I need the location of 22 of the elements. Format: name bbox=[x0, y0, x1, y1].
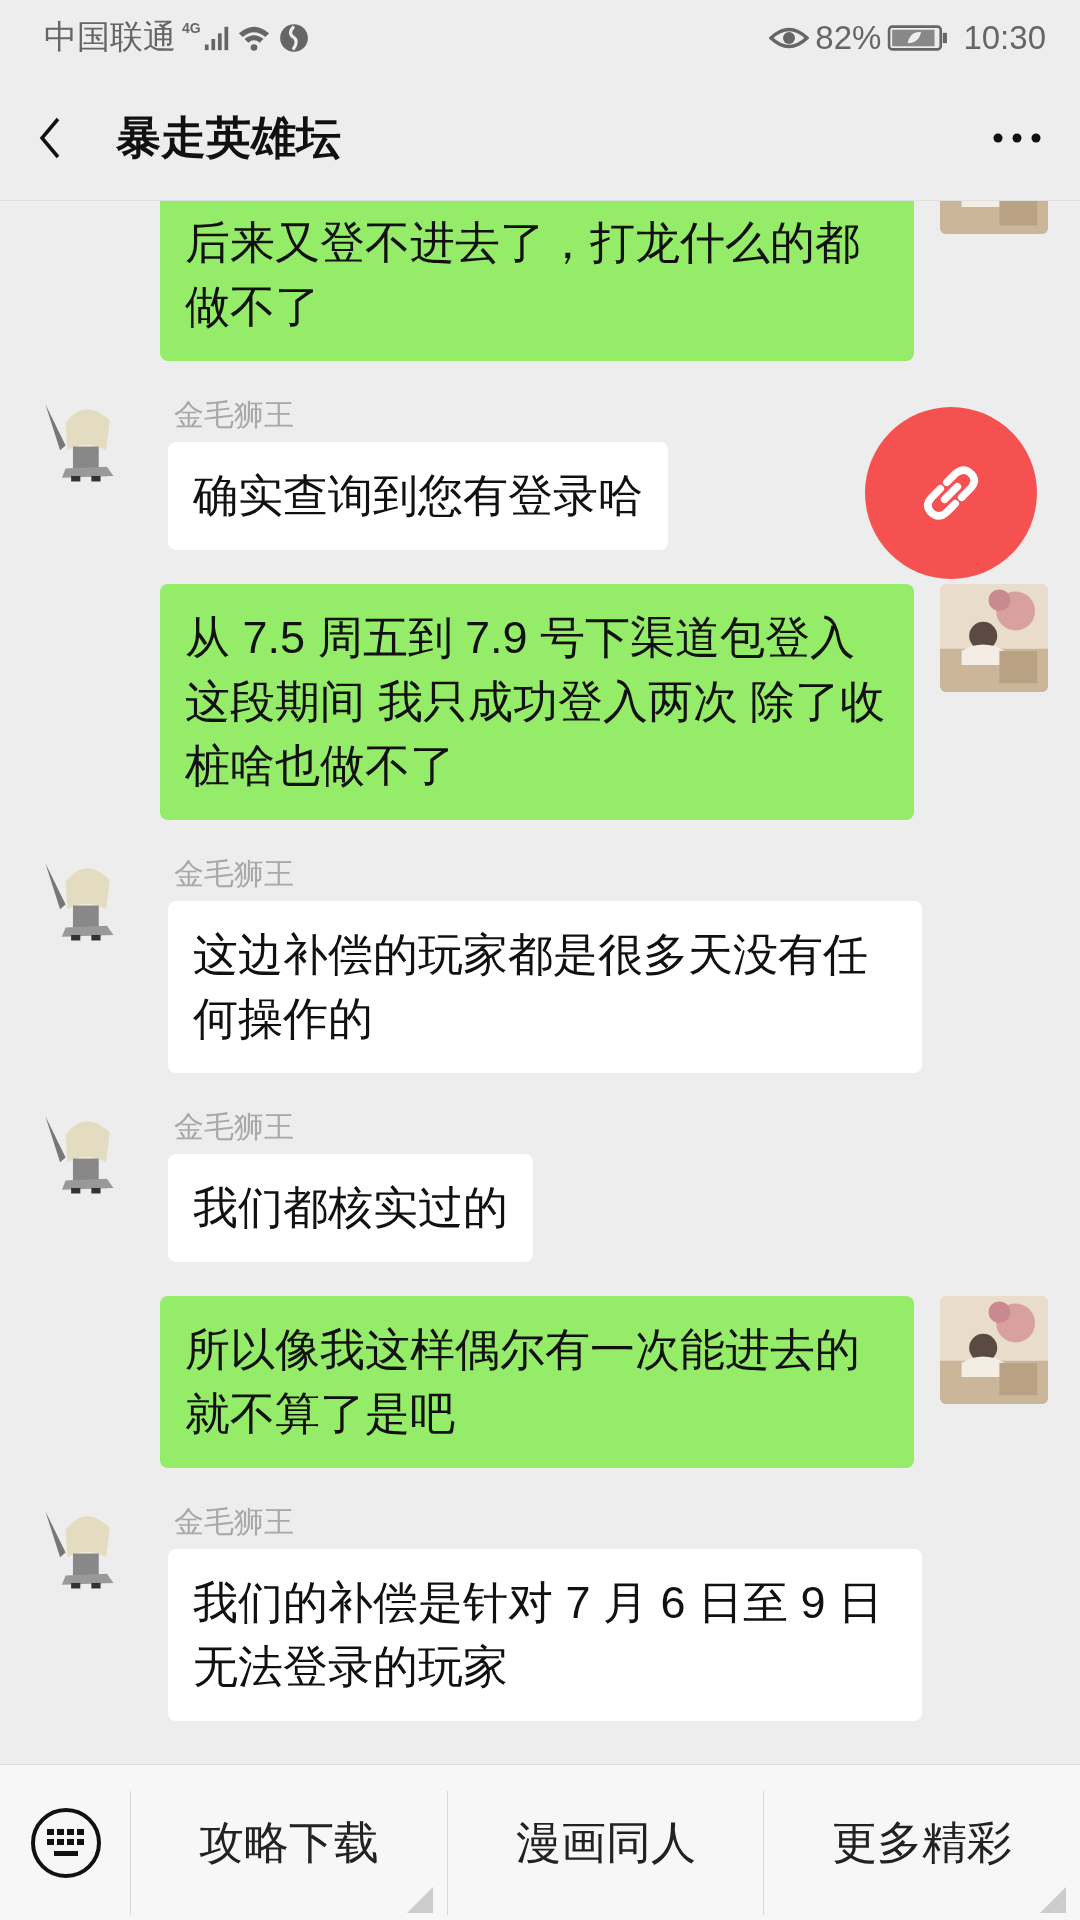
network-type: 4G bbox=[182, 20, 201, 36]
message-bubble: 后来又登不进去了，打龙什么的都做不了 bbox=[160, 201, 914, 361]
message-bubble: 我们都核实过的 bbox=[168, 1154, 533, 1262]
sender-name: 金毛狮王 bbox=[173, 856, 295, 892]
clock-time: 10:30 bbox=[963, 18, 1046, 57]
more-icon[interactable] bbox=[992, 131, 1042, 144]
sender-name: 金毛狮王 bbox=[173, 397, 295, 433]
message-bubble: 我们的补偿是针对 7 月 6 日至 9 日无法登录的玩家 bbox=[168, 1549, 922, 1721]
chat-title: 暴走英雄坛 bbox=[116, 110, 341, 165]
message-bubble: 所以像我这样偶尔有一次能进去的就不算了是吧 bbox=[160, 1296, 914, 1468]
keyboard-icon[interactable] bbox=[30, 1806, 102, 1879]
menu-tab[interactable]: 漫画同人 bbox=[446, 1790, 764, 1915]
menu-tab[interactable]: 更多精彩 bbox=[763, 1790, 1080, 1915]
message-bubble: 从 7.5 周五到 7.9 号下渠道包登入这段期间 我只成功登入两次 除了收桩啥也做不了 bbox=[160, 584, 914, 820]
message-bubble: 确实查询到您有登录哈 bbox=[168, 442, 668, 550]
sender-name: 金毛狮王 bbox=[173, 1109, 295, 1145]
back-icon[interactable] bbox=[38, 115, 62, 160]
menu-tab[interactable]: 攻略下载 bbox=[130, 1790, 447, 1915]
battery-percent: 82% bbox=[815, 18, 882, 57]
carrier-name: 中国联通 bbox=[44, 17, 176, 57]
sender-name: 金毛狮王 bbox=[173, 1504, 295, 1540]
message-bubble: 这边补偿的玩家都是很多天没有任何操作的 bbox=[168, 901, 922, 1073]
